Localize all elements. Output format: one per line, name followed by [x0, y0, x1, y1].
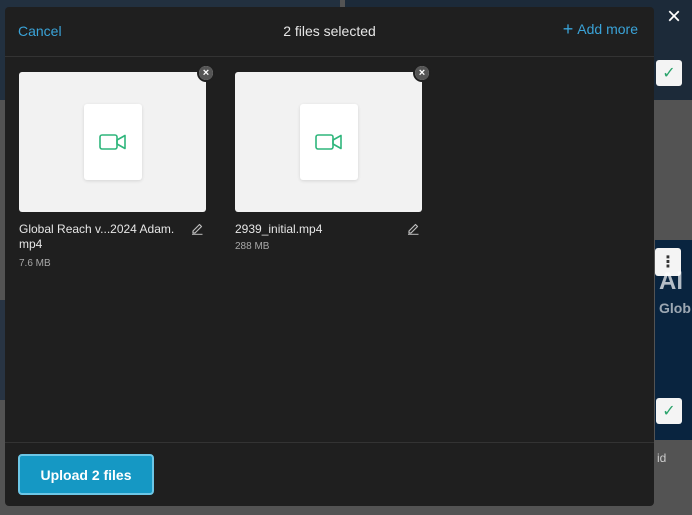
upload-modal: Cancel 2 files selected + Add more × Glo…	[5, 7, 654, 506]
close-icon: ×	[415, 66, 429, 80]
modal-header: Cancel 2 files selected + Add more	[5, 7, 654, 57]
bg-subtitle-fragment: Glob	[659, 300, 691, 316]
remove-file-button[interactable]: ×	[197, 64, 215, 82]
modal-title: 2 files selected	[283, 23, 376, 39]
pencil-icon[interactable]	[190, 221, 204, 235]
modal-footer: Upload 2 files	[5, 442, 654, 506]
close-icon: ×	[199, 66, 213, 80]
video-camera-icon	[98, 134, 126, 150]
upload-button[interactable]: Upload 2 files	[18, 454, 154, 495]
plus-icon: +	[562, 19, 574, 39]
bg-title-fragment: Al	[659, 268, 683, 295]
close-icon[interactable]: ×	[662, 5, 686, 30]
file-preview	[83, 104, 142, 180]
bg-check-icon: ✓	[656, 60, 682, 86]
file-size: 7.6 MB	[19, 258, 51, 269]
video-camera-icon	[314, 134, 342, 150]
bg-text-fragment: id	[657, 451, 667, 465]
file-thumbnail	[19, 72, 206, 212]
file-preview	[299, 104, 358, 180]
file-card: × Global Reach v...2024 Adam.mp4 7.6 MB	[19, 64, 215, 272]
remove-file-button[interactable]: ×	[413, 64, 431, 82]
file-thumbnail	[235, 72, 422, 212]
file-name: 2939_initial.mp4	[235, 222, 323, 236]
add-more-button[interactable]: + Add more	[562, 19, 638, 39]
file-card: × 2939_initial.mp4 288 MB	[235, 64, 431, 272]
pencil-icon[interactable]	[406, 221, 420, 235]
bg-check-icon: ✓	[656, 398, 682, 424]
add-more-label: Add more	[577, 21, 638, 37]
file-name: Global Reach v...2024 Adam.mp4	[19, 222, 175, 251]
file-size: 288 MB	[235, 241, 270, 252]
